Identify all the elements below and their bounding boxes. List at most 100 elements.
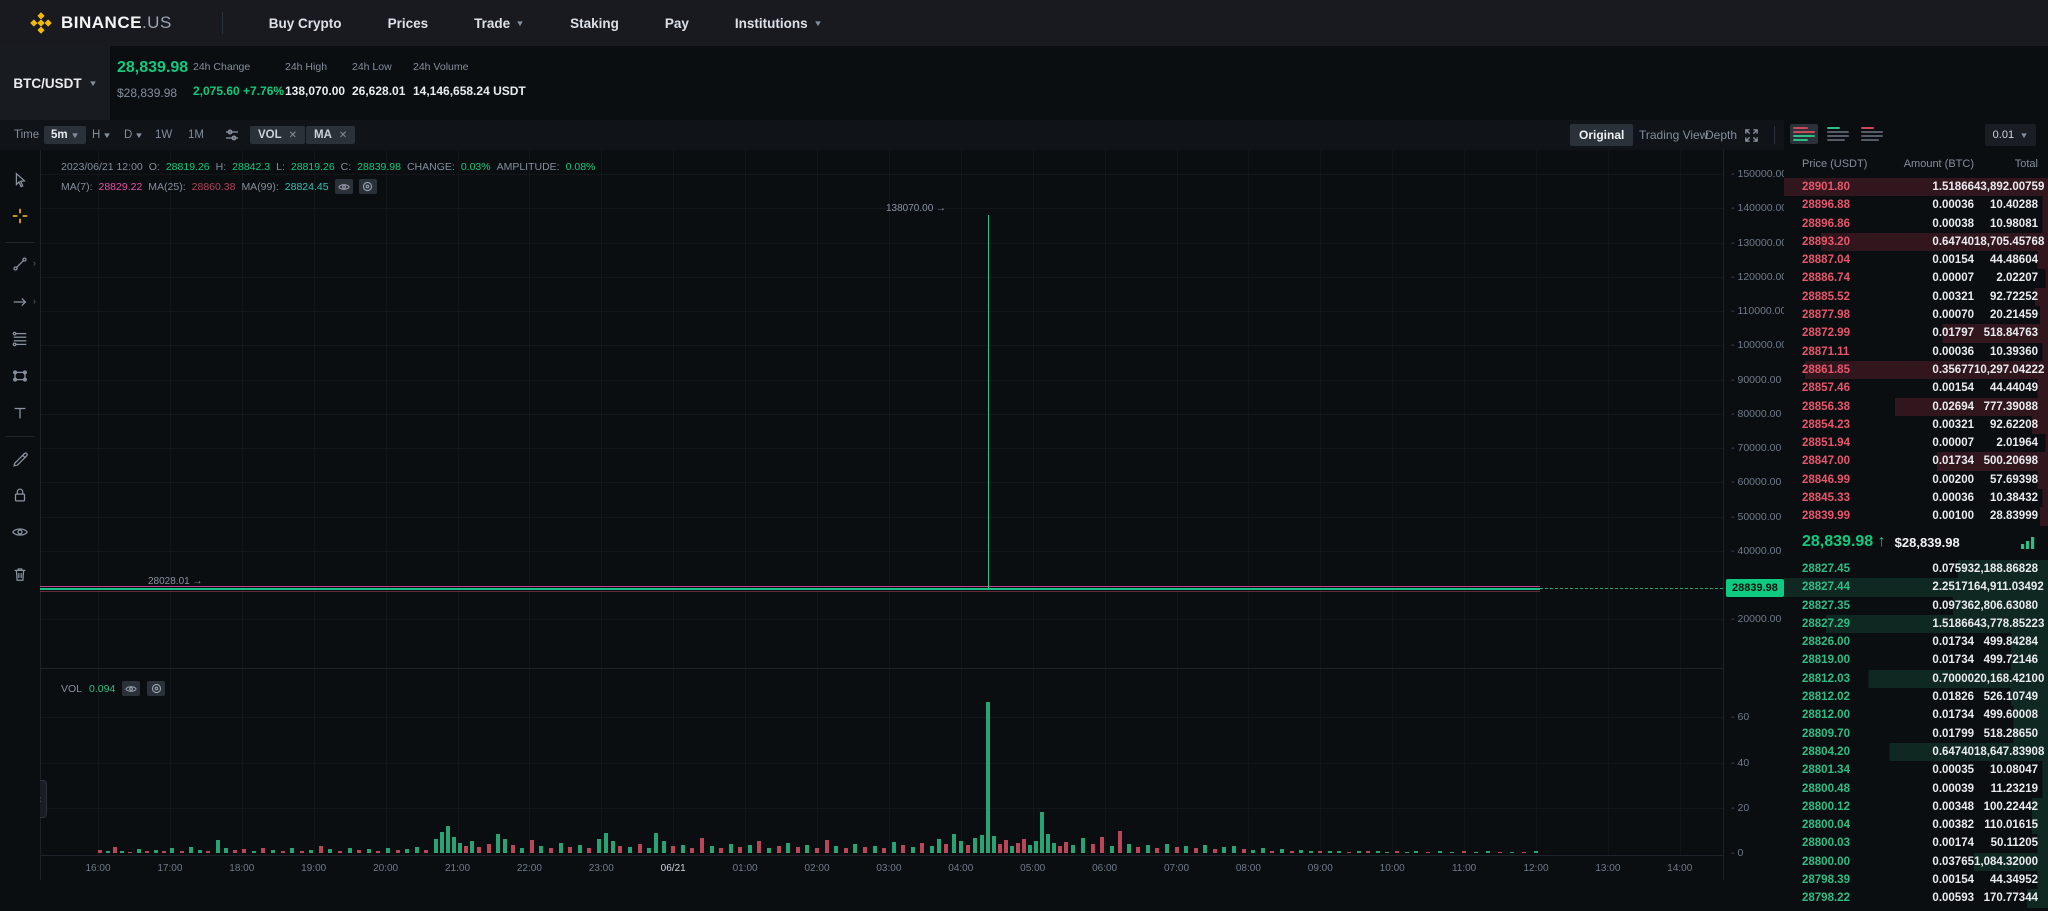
order-book-row[interactable]: 28819.00 0.01734 499.72146 [1784, 651, 2048, 670]
brand-suffix: .US [141, 13, 172, 32]
order-book-row[interactable]: 28896.88 0.00036 10.40288 [1784, 196, 2048, 215]
volume-bar [385, 848, 390, 853]
volume-gridline [40, 717, 1723, 719]
order-book-row[interactable]: 28854.23 0.00321 92.62208 [1784, 415, 2048, 435]
order-book-row[interactable]: 28901.80 1.51866 43,892.00759 [1784, 178, 2048, 197]
order-book-row[interactable]: 28846.99 0.00200 57.69398 [1784, 470, 2048, 490]
volume-bar [872, 845, 877, 853]
depth-chart-icon[interactable] [2020, 536, 2036, 549]
close-icon[interactable]: ✕ [339, 130, 347, 141]
tool-text-button[interactable] [6, 399, 34, 427]
tool-visibility-button[interactable] [6, 518, 34, 546]
interval-1w-button[interactable]: 1W [155, 129, 172, 141]
order-book-row[interactable]: 28886.74 0.00007 2.02207 [1784, 269, 2048, 288]
ma-settings-button[interactable] [358, 179, 377, 194]
nav-item-pay[interactable]: Pay [665, 16, 689, 31]
order-book-row[interactable]: 28887.04 0.00154 44.48604 [1784, 251, 2048, 270]
volume-bar [611, 841, 616, 853]
order-book-row[interactable]: 28812.03 0.70000 20,168.42100 [1784, 669, 2048, 689]
order-book-row[interactable]: 28827.44 2.25171 64,911.03492 [1784, 578, 2048, 597]
nav-item-prices[interactable]: Prices [388, 16, 429, 31]
nav-item-staking[interactable]: Staking [570, 16, 619, 31]
order-book-row[interactable]: 28885.52 0.00321 92.72252 [1784, 287, 2048, 307]
time-axis[interactable]: 16:00 17:00 18:00 19:00 20:00 21:00 22:00 23:00… [40, 855, 1723, 882]
order-book-row[interactable]: 28800.00 0.03765 1,084.32000 [1784, 852, 2048, 872]
order-book-row[interactable]: 28812.00 0.01734 499.60008 [1784, 706, 2048, 725]
order-price: 28847.00 [1802, 455, 1850, 468]
gridline-vertical [1392, 150, 1394, 855]
interval-hour-button[interactable]: H ▼ [92, 129, 112, 141]
order-book-row[interactable]: 28893.20 0.64740 18,705.45768 [1784, 232, 2048, 252]
order-book-layout-bids-button[interactable] [1824, 124, 1852, 144]
tool-crosshair-button[interactable] [6, 202, 34, 230]
order-book-layout-both-button[interactable] [1790, 124, 1818, 144]
order-book-header: Price (USDT) Amount (BTC) Total [1784, 158, 2048, 170]
candlestick-chart[interactable]: 138070.00 → 28028.01 → 2023/06/21 12:00 … [40, 150, 1723, 855]
close-icon[interactable]: ✕ [289, 130, 297, 141]
order-book-row[interactable]: 28839.99 0.00100 28.83999 [1784, 507, 2048, 526]
order-book-row[interactable]: 28804.20 0.64740 18,647.83908 [1784, 742, 2048, 762]
interval-5m-button[interactable]: 5m ▼ [44, 126, 86, 144]
fullscreen-button[interactable] [1744, 120, 1759, 150]
gridline-horizontal [40, 619, 1723, 621]
order-book-row[interactable]: 28827.29 1.51866 43,778.85223 [1784, 614, 2048, 634]
text-icon [14, 407, 26, 419]
volume-bar [1474, 851, 1479, 853]
order-book-row[interactable]: 28827.35 0.09736 2,806.63080 [1784, 596, 2048, 615]
vol-visibility-button[interactable] [122, 681, 141, 696]
tool-lock-button[interactable] [6, 481, 34, 509]
order-book-row[interactable]: 28877.98 0.00070 20.21459 [1784, 306, 2048, 325]
order-book-row[interactable]: 28856.38 0.02694 777.39088 [1784, 397, 2048, 416]
order-book-row[interactable]: 28826.00 0.01734 499.84284 [1784, 633, 2048, 652]
tab-original[interactable]: Original [1570, 124, 1634, 146]
tool-arrow-button[interactable]: › [6, 288, 36, 316]
order-book-row[interactable]: 28801.34 0.00035 10.08047 [1784, 761, 2048, 780]
nav-item-trade[interactable]: Trade ▼ [474, 16, 525, 31]
order-book-row[interactable]: 28809.70 0.01799 518.28650 [1784, 724, 2048, 743]
order-book-row[interactable]: 28851.94 0.00007 2.01964 [1784, 434, 2048, 453]
panel-collapse-handle[interactable]: ‹ [40, 780, 47, 818]
ma-indicator-chip[interactable]: MA ✕ [306, 126, 356, 144]
order-book-row[interactable]: 28800.48 0.00039 11.23219 [1784, 779, 2048, 798]
pair-selector[interactable]: BTC/USDT ▼ [0, 46, 110, 120]
tab-depth[interactable]: Depth [1696, 124, 1746, 146]
tool-delete-button[interactable] [6, 560, 34, 588]
price-axis[interactable]: 28839.98 150000.00 140000.00 130000.00 1200… [1723, 150, 1793, 880]
tool-shape-button[interactable] [6, 362, 34, 390]
order-book-row[interactable]: 28798.39 0.00154 44.34952 [1784, 871, 2048, 890]
order-book-row[interactable]: 28861.85 0.35677 10,297.04222 [1784, 360, 2048, 380]
tool-fibonacci-button[interactable] [6, 325, 34, 353]
order-book-row[interactable]: 28800.04 0.00382 110.01615 [1784, 816, 2048, 835]
order-book-row[interactable]: 28798.22 0.00593 170.77344 [1784, 889, 2048, 908]
order-amount: 0.00348 [1932, 800, 1974, 813]
indicator-settings-button[interactable] [224, 120, 240, 150]
order-book-row[interactable]: 28812.02 0.01826 526.10749 [1784, 688, 2048, 707]
tool-brush-button[interactable] [6, 444, 34, 472]
price-axis-label: 40000.00 [1731, 545, 1782, 557]
order-book-row[interactable]: 28845.33 0.00036 10.38432 [1784, 489, 2048, 508]
precision-dropdown[interactable]: 0.01 ▼ [1984, 124, 2036, 146]
order-book-row[interactable]: 28800.03 0.00174 50.11205 [1784, 834, 2048, 853]
vol-indicator-chip[interactable]: VOL ✕ [250, 126, 306, 144]
tool-trendline-button[interactable]: › [6, 250, 36, 278]
order-book-row[interactable]: 28896.86 0.00038 10.98081 [1784, 214, 2048, 233]
order-book-layout-asks-button[interactable] [1858, 124, 1886, 144]
ma-visibility-button[interactable] [334, 179, 353, 194]
interval-day-button[interactable]: D ▼ [124, 129, 144, 141]
nav-item-buy-crypto[interactable]: Buy Crypto [269, 16, 342, 31]
interval-1m-button[interactable]: 1M [188, 129, 204, 141]
order-book-row[interactable]: 28827.45 0.07593 2,188.86828 [1784, 560, 2048, 579]
volume-bar [882, 848, 887, 853]
tool-cursor-button[interactable] [6, 166, 34, 194]
order-book-row[interactable]: 28800.12 0.00348 100.22442 [1784, 797, 2048, 817]
vol-settings-button[interactable] [147, 681, 166, 696]
order-book-row[interactable]: 28847.00 0.01734 500.20698 [1784, 452, 2048, 471]
order-book-row[interactable]: 28872.99 0.01797 518.84763 [1784, 324, 2048, 343]
mid-price-row[interactable]: 28,839.98 ↑ $28,839.98 [1784, 526, 2048, 558]
order-book-row[interactable]: 28871.11 0.00036 10.39360 [1784, 342, 2048, 361]
tools-divider [5, 436, 35, 437]
binance-logo[interactable]: BINANCE.US [30, 12, 172, 34]
gridline-vertical [98, 150, 99, 855]
order-book-row[interactable]: 28857.46 0.00154 44.44049 [1784, 379, 2048, 398]
nav-item-institutions[interactable]: Institutions ▼ [735, 16, 822, 31]
